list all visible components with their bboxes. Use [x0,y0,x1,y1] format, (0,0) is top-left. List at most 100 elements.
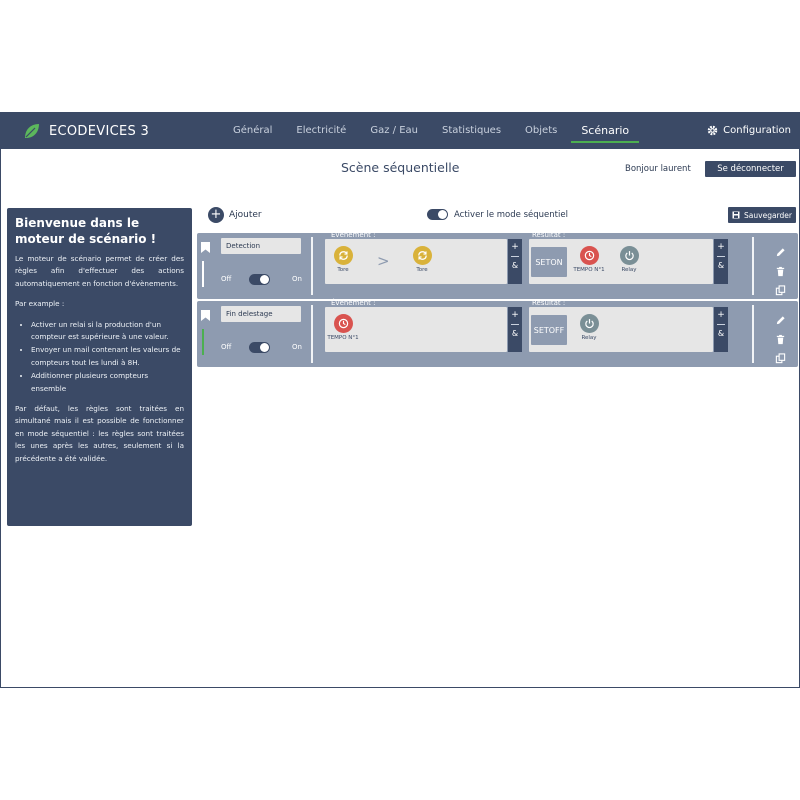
save-button[interactable]: Sauvegarder [728,207,796,223]
and-event-button[interactable]: & [508,257,522,274]
add-label: Ajouter [229,210,262,220]
app-name: ECODEVICES 3 [49,123,150,139]
result-item-label: Relay [581,335,597,341]
divider [311,305,313,363]
save-label: Sauvegarder [744,210,792,220]
rule-tools [775,243,786,296]
welcome-examples: Activer un relai si la production d'un c… [31,319,184,395]
add-rule-button[interactable]: + Ajouter [208,207,262,223]
floppy-disk-icon [732,211,740,219]
event-item-label: TEMPO N°1 [327,335,359,341]
add-event-button[interactable]: + [508,239,522,256]
copy-icon[interactable] [775,349,786,364]
event-add-controls: + & [508,307,522,352]
sequential-mode-toggle[interactable] [427,209,448,220]
result-item[interactable]: Relay [611,246,647,273]
result-box: SETON TEMPO N°1 Relay [529,239,713,284]
welcome-title: Bienvenue dans le moteur de scénario ! [15,216,157,246]
rule-enable-toggle[interactable] [249,342,270,353]
greeting: Bonjour laurent [625,164,691,174]
rule-status-bar [202,261,204,287]
sync-icon [412,246,432,265]
list-item: Additionner plusieurs compteurs ensemble [31,370,184,395]
power-icon [579,314,599,333]
gear-icon [707,125,718,136]
rule-card: Fin delestage Off On Évènement : TEMPO N… [197,299,798,367]
result-item[interactable]: TEMPO N°1 [571,246,607,273]
nav-statistiques[interactable]: Statistiques [432,113,511,149]
trash-icon[interactable] [775,262,786,277]
clock-icon [333,314,353,333]
add-event-button[interactable]: + [508,307,522,324]
on-label: On [292,343,302,351]
top-navbar: ECODEVICES 3 Général Electricité Gaz / E… [1,113,799,149]
and-result-button[interactable]: & [714,325,728,342]
rule-name-field[interactable]: Detection [221,238,301,254]
add-result-button[interactable]: + [714,307,728,324]
list-item: Activer un relai si la production d'un c… [31,319,184,344]
copy-icon[interactable] [775,281,786,296]
bookmark-icon[interactable] [201,242,210,253]
trash-icon[interactable] [775,330,786,345]
leaf-logo-icon [25,124,39,138]
brand[interactable]: ECODEVICES 3 [23,122,149,140]
sequential-mode-label: Activer le mode séquentiel [454,209,568,220]
nav-objets[interactable]: Objets [515,113,567,149]
clock-icon [579,246,599,265]
result-add-controls: + & [714,307,728,352]
nav-scenario[interactable]: Scénario [571,113,640,143]
event-add-controls: + & [508,239,522,284]
event-item[interactable]: TEMPO N°1 [325,314,361,341]
configuration-button[interactable]: Configuration [707,125,791,136]
nav-gaz-eau[interactable]: Gaz / Eau [360,113,428,149]
configuration-label: Configuration [723,125,791,136]
list-item: Envoyer un mail contenant les valeurs de… [31,344,184,369]
sync-icon [333,246,353,265]
plus-circle-icon: + [208,207,224,223]
rule-card: Detection Off On Évènement : Tore > Tore… [197,231,798,299]
event-box: TEMPO N°1 [325,307,507,352]
bookmark-icon[interactable] [201,310,210,321]
nav-general[interactable]: Général [223,113,282,149]
welcome-panel: Bienvenue dans le moteur de scénario ! L… [7,208,192,526]
welcome-footer: Par défaut, les règles sont traitées en … [15,404,184,463]
and-event-button[interactable]: & [508,325,522,342]
result-add-controls: + & [714,239,728,284]
result-label: Résultat : [532,299,566,307]
welcome-intro: Le moteur de scénario permet de créer de… [15,254,184,288]
event-item-label: Tore [416,267,428,273]
action-button[interactable]: SETON [531,247,567,277]
rule-status-bar [202,329,204,355]
divider [311,237,313,295]
event-label: Évènement : [331,299,376,307]
event-item-label: Tore [337,267,349,273]
nav-electricite[interactable]: Electricité [286,113,356,149]
logout-button[interactable]: Se déconnecter [705,161,796,177]
event-label: Évènement : [331,231,376,239]
and-result-button[interactable]: & [714,257,728,274]
action-button[interactable]: SETOFF [531,315,567,345]
main-nav: Général Electricité Gaz / Eau Statistiqu… [223,113,643,149]
welcome-example-heading: Par example : [15,299,65,309]
add-result-button[interactable]: + [714,239,728,256]
power-icon [619,246,639,265]
page-title: Scène séquentielle [341,160,460,175]
on-label: On [292,275,302,283]
pencil-icon[interactable] [775,243,786,257]
rule-tools [775,311,786,364]
sequential-mode-control: Activer le mode séquentiel [427,209,568,220]
rule-name-field[interactable]: Fin delestage [221,306,301,322]
divider [752,237,754,295]
event-item[interactable]: Tore [404,246,440,273]
result-box: SETOFF Relay [529,307,713,352]
result-item[interactable]: Relay [571,314,607,341]
result-item-label: Relay [621,267,637,273]
event-box: Tore > Tore [325,239,507,284]
rule-enable-toggle[interactable] [249,274,270,285]
event-item[interactable]: Tore [325,246,361,273]
result-label: Résultat : [532,231,566,239]
off-label: Off [221,275,232,283]
pencil-icon[interactable] [775,311,786,325]
divider [752,305,754,363]
off-label: Off [221,343,232,351]
